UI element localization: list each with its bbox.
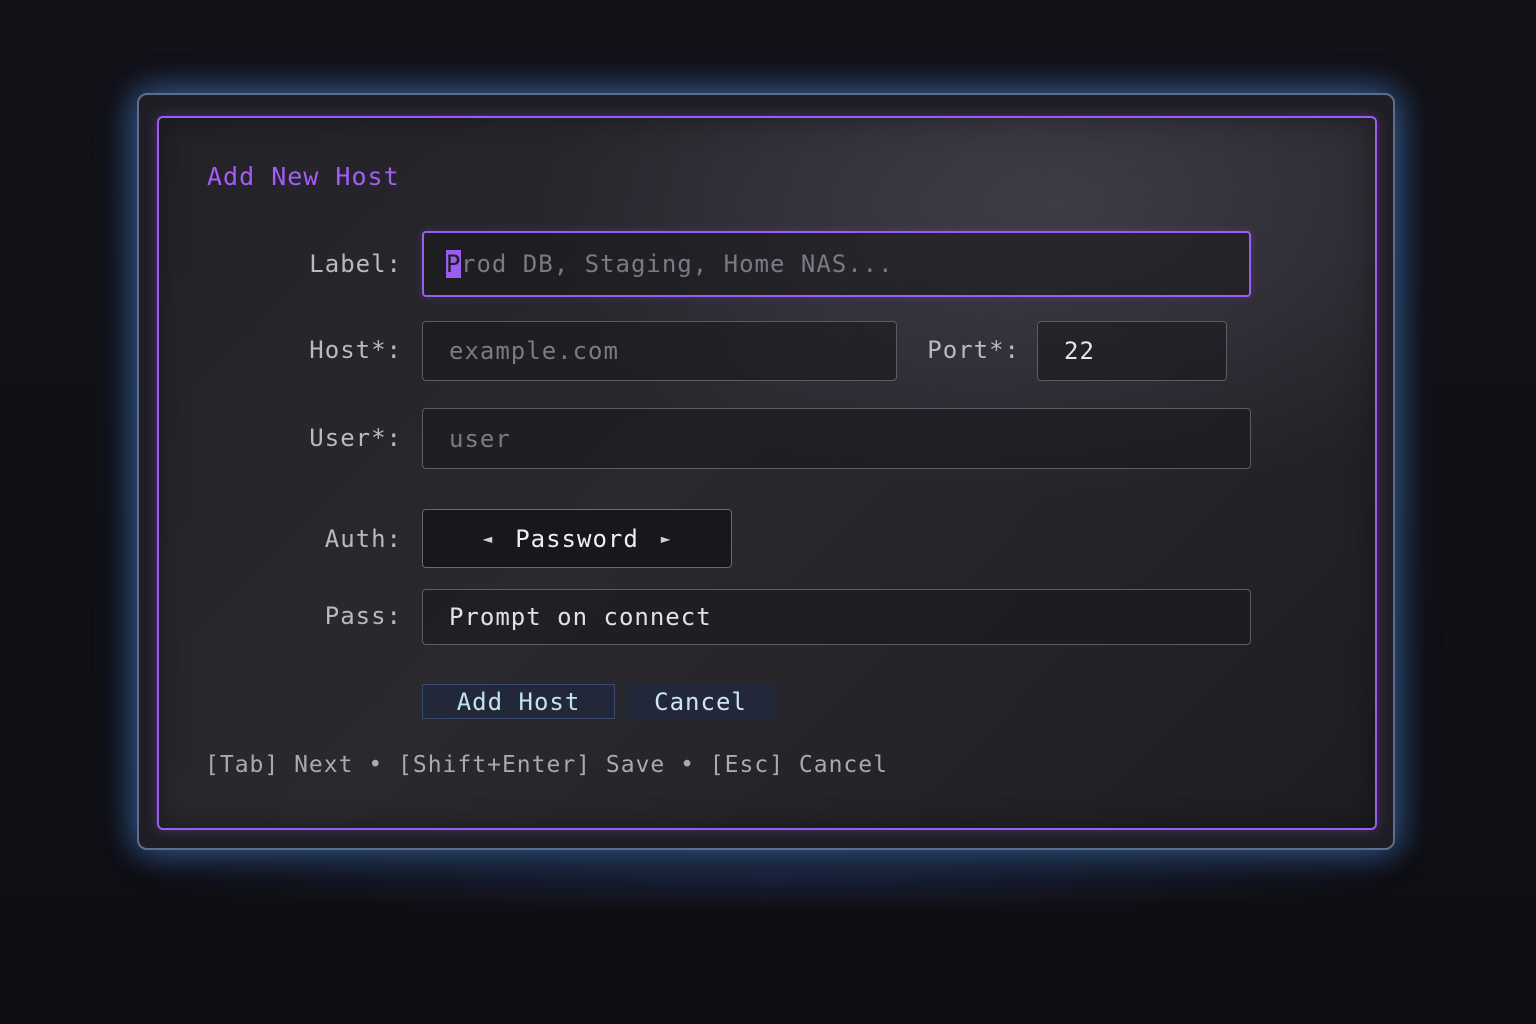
auth-selector-value: Password bbox=[515, 524, 639, 553]
pass-input[interactable]: Prompt on connect bbox=[422, 589, 1251, 645]
port-input[interactable]: 22 bbox=[1037, 321, 1227, 381]
label-input-placeholder: rod DB, Staging, Home NAS... bbox=[461, 250, 894, 278]
user-input-placeholder: user bbox=[449, 424, 511, 453]
screen-background: Add New Host Label: Prod DB, Staging, Ho… bbox=[0, 0, 1536, 1024]
text-cursor: P bbox=[446, 250, 462, 278]
arrow-left-icon[interactable]: ◄ bbox=[483, 529, 494, 548]
host-input-placeholder: example.com bbox=[449, 337, 619, 365]
label-input[interactable]: Prod DB, Staging, Home NAS... bbox=[422, 231, 1251, 297]
host-field-label: Host*: bbox=[309, 336, 402, 364]
dialog-title: Add New Host bbox=[207, 162, 400, 191]
floor-glow bbox=[120, 850, 1420, 910]
add-host-button[interactable]: Add Host bbox=[422, 684, 615, 719]
auth-selector[interactable]: ◄ Password ► bbox=[422, 509, 732, 568]
pass-input-value: Prompt on connect bbox=[449, 603, 712, 631]
keyboard-hint: [Tab] Next • [Shift+Enter] Save • [Esc] … bbox=[205, 752, 888, 778]
auth-field-label: Auth: bbox=[324, 525, 402, 553]
pass-field-label: Pass: bbox=[324, 602, 402, 630]
port-field-label: Port*: bbox=[927, 336, 1020, 364]
label-field-label: Label: bbox=[309, 250, 402, 278]
user-input[interactable]: user bbox=[422, 408, 1251, 469]
arrow-right-icon[interactable]: ► bbox=[661, 529, 672, 548]
port-input-value: 22 bbox=[1064, 337, 1095, 365]
add-host-dialog: Add New Host Label: Prod DB, Staging, Ho… bbox=[157, 116, 1377, 830]
cancel-button[interactable]: Cancel bbox=[626, 684, 775, 719]
user-field-label: User*: bbox=[309, 424, 402, 452]
